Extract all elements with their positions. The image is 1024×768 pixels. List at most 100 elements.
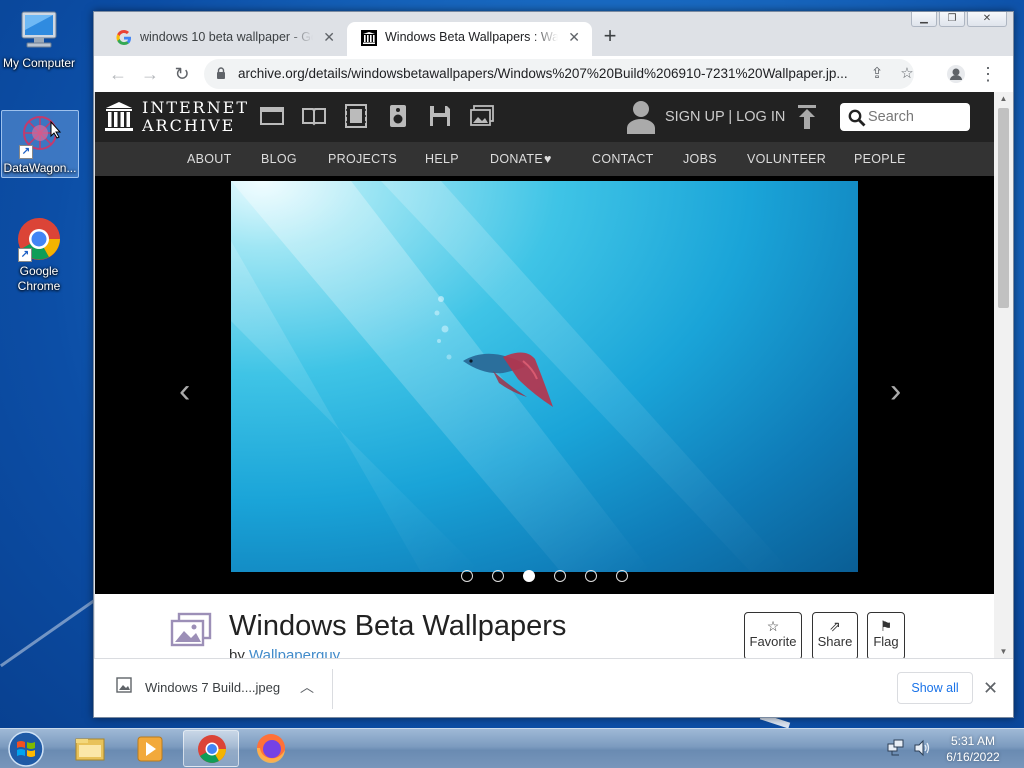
profile-button[interactable] xyxy=(942,60,970,88)
window-controls: ▁ ❐ ✕ xyxy=(911,12,1007,27)
carousel-dot[interactable] xyxy=(461,570,473,582)
tab-close-icon[interactable]: ✕ xyxy=(568,22,580,52)
ia-nav-bar: ABOUT BLOG PROJECTS HELP DONATE ♥ CONTAC… xyxy=(95,142,994,176)
carousel-prev-arrow[interactable]: ‹ xyxy=(179,372,190,411)
carousel-next-arrow[interactable]: › xyxy=(890,372,901,411)
ia-logo-line2: ARCHIVE xyxy=(142,116,236,135)
author-link[interactable]: Wallpaperguy xyxy=(249,647,340,658)
wallpaper-image[interactable] xyxy=(231,181,858,572)
taskbar-chrome[interactable] xyxy=(183,730,239,767)
ia-logo-line1: INTERNET xyxy=(142,98,250,117)
desktop-icon-google-chrome[interactable]: ↗ Google Chrome xyxy=(0,216,78,294)
carousel-dot[interactable] xyxy=(585,570,597,582)
system-tray xyxy=(887,739,931,757)
network-icon[interactable] xyxy=(887,739,905,757)
chrome-icon xyxy=(198,735,226,763)
shortcut-arrow-icon: ↗ xyxy=(18,248,32,262)
ia-header: INTERNET ARCHIVE SIGN UP | LOG IN Search xyxy=(95,92,994,142)
taskbar-media-player[interactable] xyxy=(122,730,178,767)
web-page: INTERNET ARCHIVE SIGN UP | LOG IN Search… xyxy=(95,92,994,658)
internet-archive-icon xyxy=(361,30,377,46)
wallpaper-streak xyxy=(0,595,101,668)
tab-google-search[interactable]: windows 10 beta wallpaper - Go ✕ xyxy=(102,22,347,56)
carousel-dot[interactable] xyxy=(616,570,628,582)
favorite-button[interactable]: ☆ Favorite xyxy=(744,612,802,658)
close-download-bar-icon[interactable]: ✕ xyxy=(983,659,998,717)
nav-about[interactable]: ABOUT xyxy=(187,142,232,176)
image-file-icon xyxy=(116,677,132,693)
desktop-icon-label: DataWagon... xyxy=(3,161,77,175)
minimize-button[interactable]: ▁ xyxy=(911,12,937,27)
download-filename[interactable]: Windows 7 Build....jpeg xyxy=(145,659,280,717)
share-icon: ⇗ xyxy=(829,618,841,634)
back-button[interactable]: ← xyxy=(104,60,132,88)
audio-icon[interactable] xyxy=(386,104,410,128)
tab-close-icon[interactable]: ✕ xyxy=(323,22,335,52)
tab-title: windows 10 beta wallpaper - Go xyxy=(140,30,313,44)
scrollbar-thumb[interactable] xyxy=(998,108,1009,308)
nav-help[interactable]: HELP xyxy=(425,142,459,176)
bookmark-star-icon[interactable]: ☆ xyxy=(898,65,916,83)
nav-jobs[interactable]: JOBS xyxy=(683,142,717,176)
show-all-button[interactable]: Show all xyxy=(897,672,973,704)
desktop-icon-label: My Computer xyxy=(2,56,76,70)
shortcut-arrow-icon: ↗ xyxy=(19,145,33,159)
taskbar-firefox[interactable] xyxy=(243,730,299,767)
sign-up-log-in-link[interactable]: SIGN UP | LOG IN xyxy=(665,92,785,142)
divider xyxy=(332,669,333,709)
web-icon[interactable] xyxy=(260,104,284,128)
desktop-icon-label: Google Chrome xyxy=(17,264,61,293)
star-icon: ☆ xyxy=(766,618,780,634)
mouse-cursor-icon xyxy=(50,121,62,139)
carousel-dot[interactable] xyxy=(492,570,504,582)
volume-icon[interactable] xyxy=(913,739,931,757)
chevron-up-icon[interactable]: ︿ xyxy=(300,659,314,715)
close-window-button[interactable]: ✕ xyxy=(967,12,1007,27)
desktop-icon-my-computer[interactable]: My Computer xyxy=(0,8,78,71)
upload-icon[interactable] xyxy=(797,104,817,130)
nav-volunteer[interactable]: VOLUNTEER xyxy=(747,142,826,176)
scroll-up-icon[interactable]: ▲ xyxy=(994,94,1013,103)
taskbar-explorer[interactable] xyxy=(62,730,118,767)
image-collection-icon xyxy=(170,612,212,647)
nav-contact[interactable]: CONTACT xyxy=(592,142,654,176)
reload-button[interactable]: ↻ xyxy=(168,60,196,88)
share-button[interactable]: ⇗ Share xyxy=(812,612,858,658)
texts-icon[interactable] xyxy=(302,104,326,128)
software-icon[interactable] xyxy=(428,104,452,128)
clock[interactable]: 5:31 AM 6/16/2022 xyxy=(938,733,1008,765)
forward-button[interactable]: → xyxy=(136,60,164,88)
ia-logo-text[interactable]: INTERNET ARCHIVE xyxy=(142,99,249,135)
page-scrollbar[interactable]: ▲ ▼ xyxy=(994,92,1013,658)
share-page-icon[interactable]: ⇪ xyxy=(868,65,886,83)
nav-people[interactable]: PEOPLE xyxy=(854,142,906,176)
menu-kebab-icon[interactable]: ⋮ xyxy=(974,60,1002,88)
clock-date: 6/16/2022 xyxy=(946,750,1000,764)
carousel-dot-active[interactable] xyxy=(523,570,535,582)
image-carousel: ‹ › xyxy=(95,176,994,594)
windows-orb-icon xyxy=(8,731,44,767)
start-button[interactable] xyxy=(4,730,48,768)
desktop-icon-datawagon[interactable]: ↗ DataWagon... xyxy=(1,110,79,178)
flag-button[interactable]: ⚑ Flag xyxy=(867,612,905,658)
tab-internet-archive[interactable]: Windows Beta Wallpapers : Wallp ✕ xyxy=(347,22,592,56)
video-icon[interactable] xyxy=(344,104,368,128)
new-tab-button[interactable]: + xyxy=(592,22,628,52)
download-bar: Windows 7 Build....jpeg ︿ Show all ✕ xyxy=(94,658,1013,717)
heart-icon: ♥ xyxy=(544,152,552,166)
images-icon[interactable] xyxy=(470,104,494,128)
chrome-window: ▁ ❐ ✕ windows 10 beta wallpaper - Go ✕ W… xyxy=(93,11,1014,718)
nav-donate[interactable]: DONATE xyxy=(490,142,543,176)
address-bar[interactable]: archive.org/details/windowsbetawallpaper… xyxy=(204,59,914,89)
nav-blog[interactable]: BLOG xyxy=(261,142,297,176)
carousel-dot[interactable] xyxy=(554,570,566,582)
ia-logo-icon[interactable] xyxy=(105,101,133,132)
nav-projects[interactable]: PROJECTS xyxy=(328,142,397,176)
scroll-down-icon[interactable]: ▼ xyxy=(994,647,1013,656)
maximize-button[interactable]: ❐ xyxy=(939,12,965,27)
share-label: Share xyxy=(817,634,853,649)
datawagon-icon: ↗ xyxy=(17,113,63,159)
computer-icon xyxy=(16,8,62,54)
user-avatar-icon[interactable] xyxy=(627,100,655,134)
search-box[interactable]: Search xyxy=(840,103,970,131)
